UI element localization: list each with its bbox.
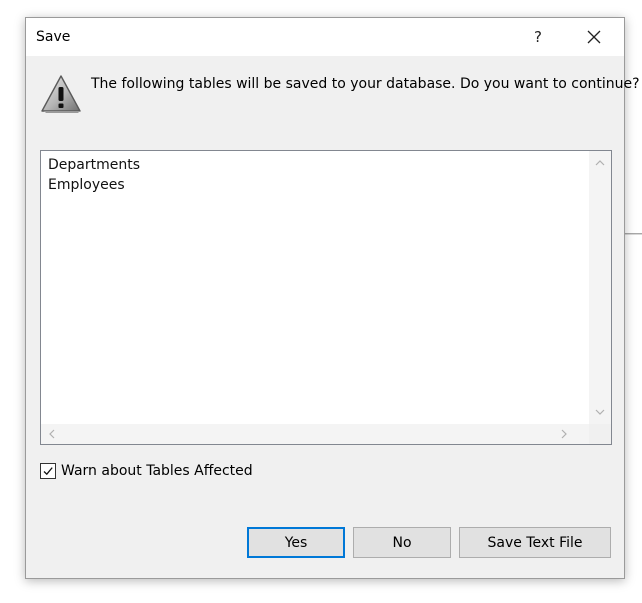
dialog-message: The following tables will be saved to yo…	[91, 76, 640, 92]
chevron-right-icon	[561, 429, 567, 439]
warn-tables-label[interactable]: Warn about Tables Affected	[61, 463, 253, 479]
checkmark-icon	[43, 467, 53, 476]
no-button[interactable]: No	[353, 527, 451, 558]
help-button[interactable]: ?	[520, 18, 556, 56]
horizontal-scrollbar[interactable]	[41, 424, 589, 444]
vertical-scrollbar[interactable]	[589, 151, 611, 424]
save-dialog: Save ? The following tables will be save…	[25, 17, 640, 579]
scroll-up-button[interactable]	[589, 153, 611, 173]
title-bar: Save ?	[26, 18, 624, 56]
scroll-right-button[interactable]	[553, 424, 575, 444]
close-icon	[587, 30, 601, 44]
warn-tables-checkbox[interactable]	[40, 463, 56, 479]
chevron-up-icon	[595, 160, 605, 166]
chevron-down-icon	[595, 409, 605, 415]
yes-button[interactable]: Yes	[247, 527, 345, 558]
warning-triangle-icon	[41, 75, 81, 113]
scrollbar-corner	[589, 424, 611, 444]
background-window-edge	[625, 233, 642, 235]
save-text-file-button[interactable]: Save Text File	[459, 527, 611, 558]
tables-list: Departments Employees	[48, 155, 140, 195]
close-button[interactable]	[574, 18, 614, 56]
tables-listbox[interactable]: Departments Employees	[40, 150, 612, 445]
scroll-left-button[interactable]	[41, 424, 63, 444]
scroll-down-button[interactable]	[589, 402, 611, 422]
chevron-left-icon	[49, 429, 55, 439]
dialog-title: Save	[36, 29, 71, 45]
list-item[interactable]: Employees	[48, 175, 140, 195]
list-item[interactable]: Departments	[48, 155, 140, 175]
warn-tables-option[interactable]: Warn about Tables Affected	[40, 463, 253, 479]
